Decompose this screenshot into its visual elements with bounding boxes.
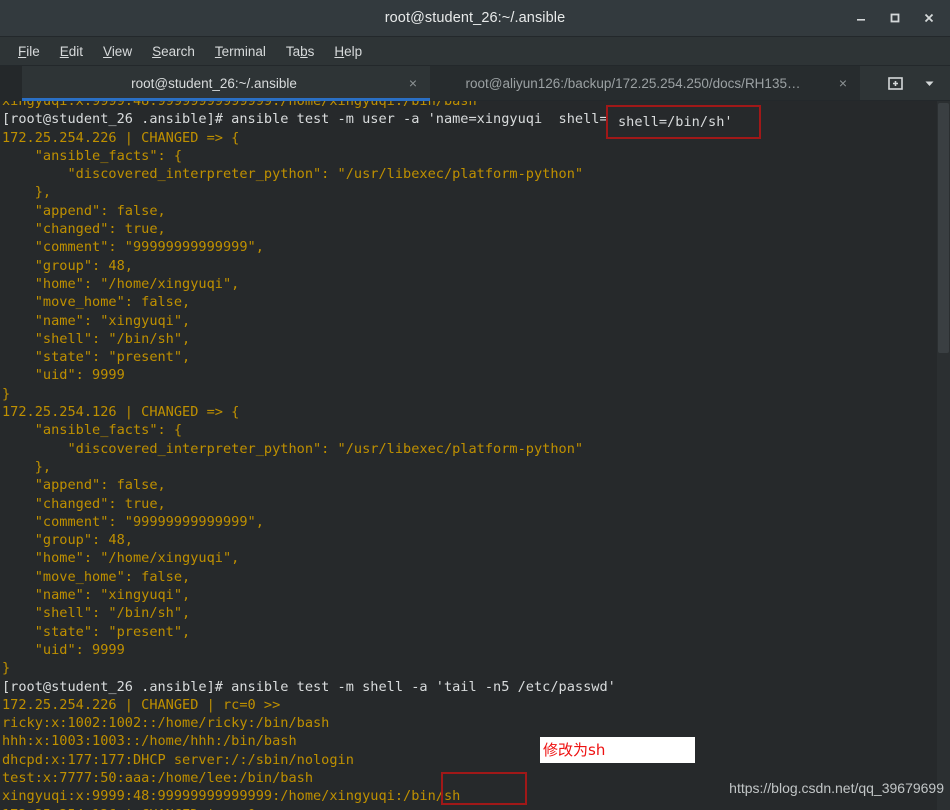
terminal-output-line: "discovered_interpreter_python": "/usr/l… <box>2 440 584 457</box>
terminal-output-line: "state": "present", <box>2 349 191 366</box>
tab-ansible[interactable]: root@student_26:~/.ansible × <box>22 66 430 101</box>
terminal-output-line: "group": 48, <box>2 532 133 549</box>
terminal-output-line: 172.25.254.226 | CHANGED | rc=0 >> <box>2 696 281 713</box>
terminal-output-line: xingyuqi:x:9999:48:99999999999999:/home/… <box>2 101 477 109</box>
terminal-output-line: "uid": 9999 <box>2 367 125 384</box>
terminal-command-line: [root@student_26 .ansible]# ansible test… <box>2 111 674 128</box>
terminal-output-line: 172.25.254.126 | CHANGED | rc=0 >> <box>2 806 950 810</box>
annotation-note-label: 修改为sh <box>540 737 695 763</box>
terminal-output-line: "shell": "/bin/sh", <box>2 605 191 622</box>
menu-bar: File Edit View Search Terminal Tabs Help <box>0 37 950 66</box>
close-button[interactable] <box>912 3 946 33</box>
terminal-output-line: 172.25.254.226 | CHANGED => { <box>2 129 240 146</box>
tab-close-icon[interactable]: × <box>836 75 850 91</box>
terminal-output-line: "home": "/home/xingyuqi", <box>2 275 240 292</box>
menu-label: earch <box>161 43 195 59</box>
terminal-output-line: "append": false, <box>2 202 166 219</box>
menu-label: Ta <box>285 43 301 59</box>
terminal-output-area[interactable]: xingyuqi:x:9999:48:99999999999999:/home/… <box>0 101 950 810</box>
terminal-command-line: [root@student_26 .ansible]# ansible test… <box>2 678 616 695</box>
tab-aliyun-backup[interactable]: root@aliyun126:/backup/172.25.254.250/do… <box>430 66 860 100</box>
terminal-output-line: "append": false, <box>2 477 166 494</box>
terminal-output-line: "discovered_interpreter_python": "/usr/l… <box>2 166 584 183</box>
terminal-output-line: } <box>2 385 11 402</box>
menu-item-view[interactable]: View <box>93 41 142 62</box>
tab-label: root@student_26:~/.ansible <box>131 75 297 91</box>
maximize-button[interactable] <box>878 3 912 33</box>
terminal-output-line: "group": 48, <box>2 257 133 274</box>
minimize-button[interactable] <box>844 3 878 33</box>
tab-label: root@aliyun126:/backup/172.25.254.250/do… <box>465 75 801 91</box>
window-title: root@student_26:~/.ansible <box>384 10 566 26</box>
terminal-output-line: 172.25.254.126 | CHANGED => { <box>2 404 240 421</box>
terminal-output-line: "comment": "99999999999999", <box>2 513 264 530</box>
terminal-scrollbar-track[interactable] <box>937 101 950 810</box>
terminal-output-line: "name": "xingyuqi", <box>2 312 191 329</box>
tab-bar-actions <box>880 66 950 100</box>
menu-item-file[interactable]: File <box>8 41 50 62</box>
terminal-output-line: "changed": true, <box>2 495 166 512</box>
menu-mnemonic: b <box>300 43 308 59</box>
terminal-output-line: }, <box>2 184 52 201</box>
menu-mnemonic: E <box>59 43 69 59</box>
terminal-output-line: "shell": "/bin/sh", <box>2 330 191 347</box>
tab-bar: root@student_26:~/.ansible × root@aliyun… <box>0 66 950 101</box>
terminal-output-line: "name": "xingyuqi", <box>2 587 191 604</box>
menu-item-terminal[interactable]: Terminal <box>205 41 276 62</box>
menu-label: elp <box>344 43 363 59</box>
terminal-output-line: dhcpd:x:177:177:DHCP server:/:/sbin/nolo… <box>2 751 354 768</box>
menu-item-tabs[interactable]: Tabs <box>276 41 325 62</box>
terminal-output-line: ricky:x:1002:1002::/home/ricky:/bin/bash <box>2 715 330 732</box>
menu-item-edit[interactable]: Edit <box>50 41 93 62</box>
terminal-output-line: "ansible_facts": { <box>2 422 183 439</box>
terminal-output-line: "ansible_facts": { <box>2 147 183 164</box>
terminal-output-line: hhh:x:1003:1003::/home/hhh:/bin/bash <box>2 733 297 750</box>
window-controls <box>844 0 946 36</box>
chevron-down-icon[interactable] <box>914 69 944 97</box>
menu-mnemonic: T <box>214 43 222 59</box>
menu-mnemonic: V <box>103 43 112 59</box>
terminal-output-line: "uid": 9999 <box>2 641 125 658</box>
terminal-output-line: "changed": true, <box>2 221 166 238</box>
menu-label: iew <box>111 43 133 59</box>
terminal-output-line: "state": "present", <box>2 623 191 640</box>
terminal-text: xingyuqi:x:9999:48:99999999999999:/home/… <box>0 101 950 810</box>
terminal-output-line: }, <box>2 458 52 475</box>
watermark-text: https://blog.csdn.net/qq_39679699 <box>729 780 944 796</box>
terminal-output-line: "home": "/home/xingyuqi", <box>2 550 240 567</box>
menu-item-search[interactable]: Search <box>142 41 205 62</box>
terminal-window: root@student_26:~/.ansible File Edit Vie… <box>0 0 950 810</box>
terminal-output-line: "move_home": false, <box>2 294 191 311</box>
menu-label: erminal <box>221 43 266 59</box>
terminal-output-line: } <box>2 660 11 677</box>
add-tab-icon[interactable] <box>880 69 910 97</box>
terminal-scrollbar-thumb[interactable] <box>938 103 949 353</box>
terminal-output-line: "comment": "99999999999999", <box>2 239 264 256</box>
title-bar: root@student_26:~/.ansible <box>0 0 950 37</box>
menu-label: dit <box>68 43 84 59</box>
tab-close-icon[interactable]: × <box>406 75 420 91</box>
menu-mnemonic: H <box>334 43 345 59</box>
tab-bar-left-gutter <box>0 66 22 100</box>
menu-mnemonic: F <box>18 43 27 59</box>
menu-label: s <box>307 43 315 59</box>
menu-item-help[interactable]: Help <box>324 41 372 62</box>
terminal-output-line: "move_home": false, <box>2 568 191 585</box>
menu-mnemonic: S <box>152 43 162 59</box>
menu-label: ile <box>26 43 40 59</box>
